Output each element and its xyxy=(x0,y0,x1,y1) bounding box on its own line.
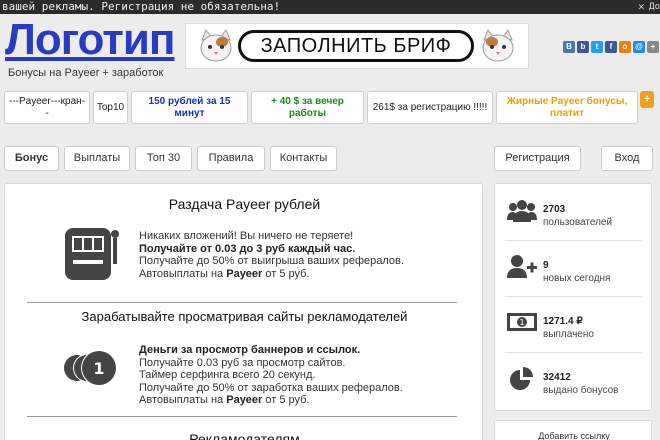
section-divider xyxy=(27,416,457,417)
slot-machine-icon xyxy=(65,228,119,280)
site-logo[interactable]: Логотип xyxy=(5,16,175,64)
ad-link[interactable]: 150 рублей за 15 минут xyxy=(131,91,248,124)
twitter-icon[interactable]: t xyxy=(591,41,603,53)
stat-new-today: 9 новых сегодня xyxy=(495,240,653,290)
stat-value: 2703 xyxy=(543,204,566,215)
add-user-icon xyxy=(507,255,537,278)
add-ad-button[interactable]: + xyxy=(640,91,654,108)
tab-bonus[interactable]: Бонус xyxy=(4,146,59,171)
close-icon[interactable]: ✕ xyxy=(638,0,648,14)
social-share-bar: В b t f o @ + xyxy=(563,41,659,53)
login-button[interactable]: Вход xyxy=(601,146,653,171)
register-button[interactable]: Регистрация xyxy=(494,146,581,171)
cat-icon xyxy=(200,28,232,62)
mailru-icon[interactable]: @ xyxy=(633,41,645,53)
tab-rules[interactable]: Правила xyxy=(197,146,265,171)
odnoklassniki-icon[interactable]: o xyxy=(619,41,631,53)
ad-link[interactable]: Top10 xyxy=(93,91,128,124)
site-tagline: Бонусы на Payeer + заработок xyxy=(8,67,164,79)
stat-label: выдано бонусов xyxy=(543,385,619,396)
ticker-text: вашей рекламы. Регистрация не обязательн… xyxy=(2,0,281,13)
cat-icon xyxy=(482,28,514,62)
ad-link[interactable]: 261$ за регистрацию !!!!! xyxy=(367,91,493,124)
tab-contacts[interactable]: Контакты xyxy=(270,146,337,171)
stat-label: пользователей xyxy=(543,217,613,228)
main-content-panel: Раздача Payeer рублей Никаких вложений! … xyxy=(4,183,483,440)
money-icon: 1 xyxy=(507,313,537,331)
add-link-label: Добавить ссылку xyxy=(538,431,610,440)
vk-icon[interactable]: В xyxy=(563,41,575,53)
tab-top30[interactable]: Топ 30 xyxy=(135,146,192,171)
ticker-right-hint: До xyxy=(649,2,660,12)
stat-paid: 1 1271.4 ₽ выплачено xyxy=(495,296,653,346)
ad-link[interactable]: ---Payeer---кран-- xyxy=(4,91,90,124)
stat-bonuses: 32412 выдано бонусов xyxy=(495,352,653,402)
section-title: Зарабатывайте просматривая сайты рекламо… xyxy=(81,309,408,324)
svg-text:1: 1 xyxy=(93,359,104,378)
section-divider xyxy=(27,302,457,303)
section2-text: Деньги за просмотр баннеров и ссылок. По… xyxy=(139,344,403,406)
ad-link[interactable]: + 40 $ за вечер работы xyxy=(251,91,364,124)
section-title: Рекламодателям xyxy=(189,431,300,440)
stats-panel: 2703 пользователей 9 новых сегодня 1 127… xyxy=(494,183,652,411)
facebook-icon[interactable]: f xyxy=(605,41,617,53)
announcement-ticker: вашей рекламы. Регистрация не обязательн… xyxy=(0,0,660,14)
stat-label: выплачено xyxy=(543,329,594,340)
coins-icon: 1 xyxy=(64,350,117,386)
tab-payouts[interactable]: Выплаты xyxy=(64,146,130,171)
add-link-panel[interactable]: Добавить ссылку xyxy=(494,420,652,440)
section-title: Раздача Payeer рублей xyxy=(168,196,321,212)
plus-icon[interactable]: + xyxy=(647,41,659,53)
ad-banner[interactable]: ЗАПОЛНИТЬ БРИФ xyxy=(185,23,529,69)
ad-link[interactable]: Жирные Payeer бонусы, платит xyxy=(496,91,638,124)
blogger-icon[interactable]: b xyxy=(577,41,589,53)
stat-value: 9 xyxy=(543,260,549,271)
fill-brief-button[interactable]: ЗАПОЛНИТЬ БРИФ xyxy=(238,30,474,62)
stat-value: 32412 xyxy=(543,372,571,383)
stat-value: 1271.4 ₽ xyxy=(543,316,583,327)
users-icon xyxy=(507,200,537,222)
pie-chart-icon xyxy=(510,367,533,390)
stat-label: новых сегодня xyxy=(543,273,611,284)
svg-text:1: 1 xyxy=(519,318,524,327)
section1-text: Никаких вложений! Вы ничего не теряете! … xyxy=(139,230,404,280)
stat-users: 2703 пользователей xyxy=(495,184,653,234)
